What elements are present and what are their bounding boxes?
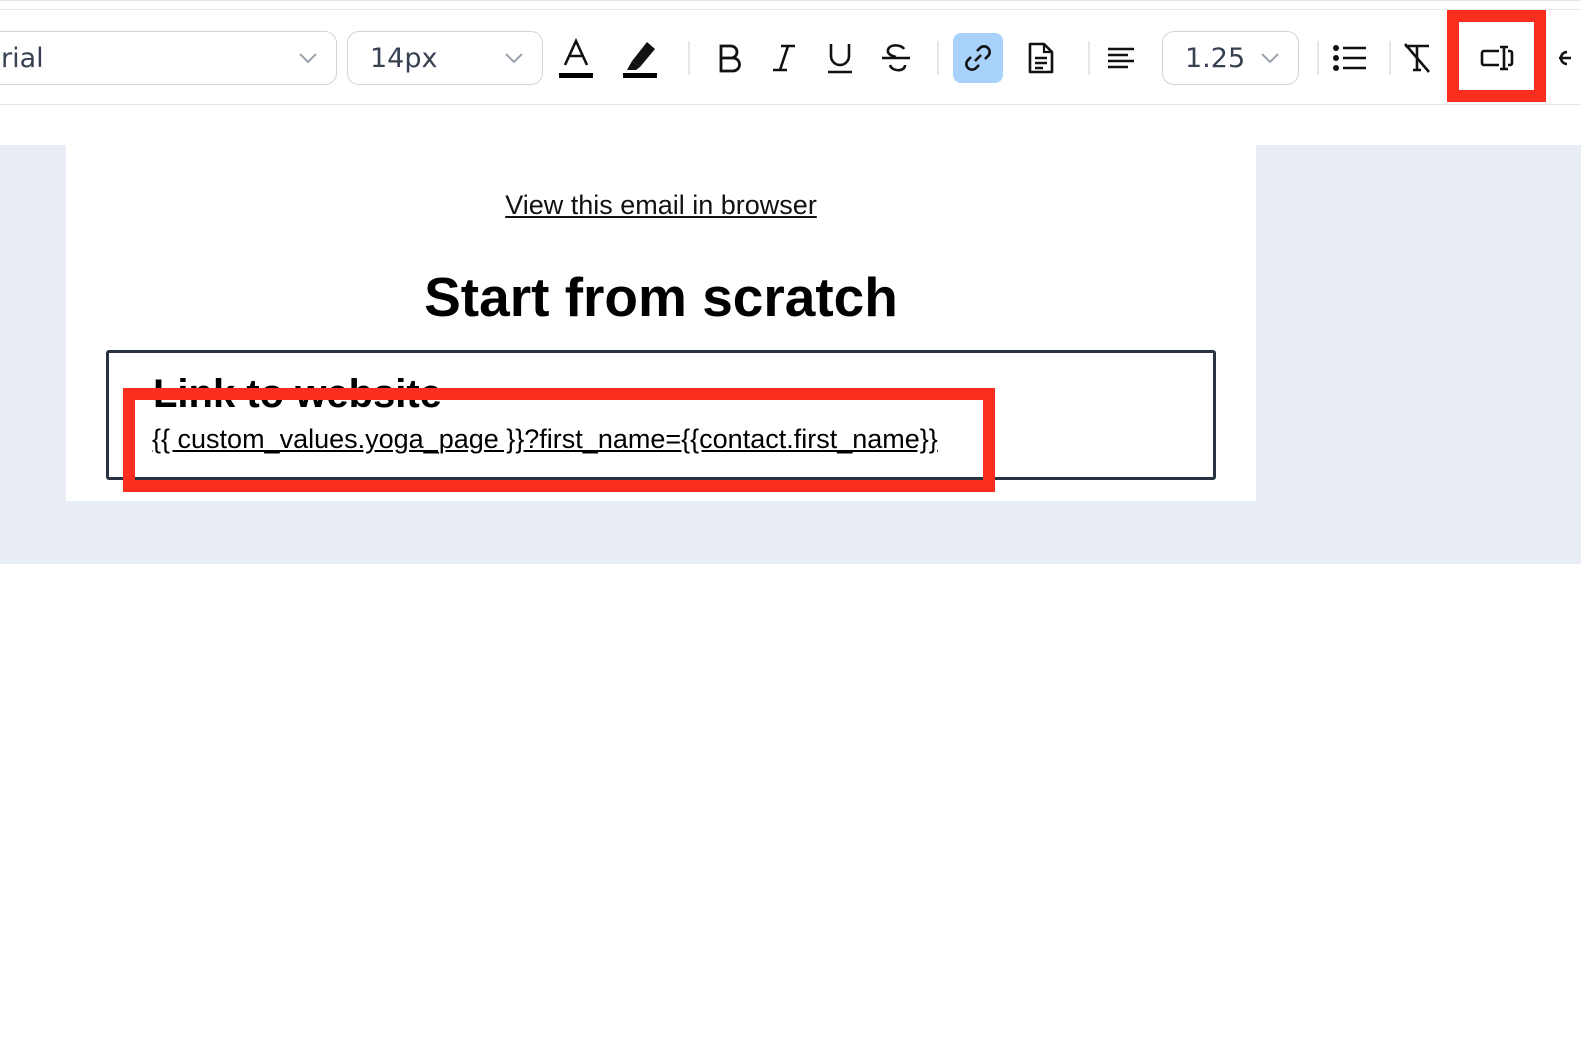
line-height-select[interactable]: 1.25 bbox=[1162, 31, 1299, 85]
editor-toolbar: rial 14px 1.25 bbox=[0, 0, 1581, 105]
email-heading: Start from scratch bbox=[424, 266, 898, 328]
font-family-select[interactable]: rial bbox=[0, 31, 337, 85]
italic-icon bbox=[773, 44, 795, 72]
font-family-value: rial bbox=[1, 42, 44, 74]
more-icon bbox=[1559, 50, 1571, 66]
document-button[interactable] bbox=[1016, 33, 1066, 83]
highlight-color-button[interactable] bbox=[615, 33, 665, 83]
chevron-down-icon bbox=[299, 53, 317, 64]
underline-button[interactable] bbox=[815, 33, 865, 83]
bold-button[interactable] bbox=[704, 33, 754, 83]
underline-icon bbox=[828, 44, 852, 74]
text-color-icon bbox=[559, 37, 593, 78]
toolbar-separator bbox=[1389, 41, 1391, 75]
text-color-button[interactable] bbox=[551, 33, 601, 83]
font-size-select[interactable]: 14px bbox=[347, 31, 543, 85]
bold-icon bbox=[719, 44, 741, 73]
highlight-color-icon bbox=[623, 42, 657, 78]
link-button[interactable] bbox=[953, 33, 1003, 83]
toolbar-separator bbox=[1088, 41, 1090, 75]
toolbar-separator bbox=[1317, 41, 1319, 75]
italic-button[interactable] bbox=[759, 33, 809, 83]
strikethrough-icon bbox=[882, 44, 910, 72]
bullet-list-icon bbox=[1333, 45, 1366, 71]
clear-formatting-button[interactable] bbox=[1392, 33, 1442, 83]
chevron-down-icon bbox=[1261, 53, 1279, 64]
link-icon bbox=[965, 45, 991, 71]
more-button[interactable] bbox=[1553, 33, 1581, 83]
document-icon bbox=[1028, 42, 1054, 74]
align-button[interactable] bbox=[1096, 33, 1146, 83]
chevron-down-icon bbox=[505, 53, 523, 64]
bullet-list-button[interactable] bbox=[1325, 33, 1375, 83]
clear-formatting-icon bbox=[1404, 43, 1430, 73]
toolbar-highlight-annotation bbox=[1447, 10, 1546, 102]
view-in-browser-link[interactable]: View this email in browser bbox=[0, 190, 1322, 221]
toolbar-separator bbox=[688, 41, 690, 75]
strikethrough-button[interactable] bbox=[871, 33, 921, 83]
toolbar-separator bbox=[937, 41, 939, 75]
link-highlight-annotation bbox=[123, 388, 995, 492]
align-left-icon bbox=[1108, 47, 1134, 69]
toolbar-top-border bbox=[0, 9, 1581, 10]
